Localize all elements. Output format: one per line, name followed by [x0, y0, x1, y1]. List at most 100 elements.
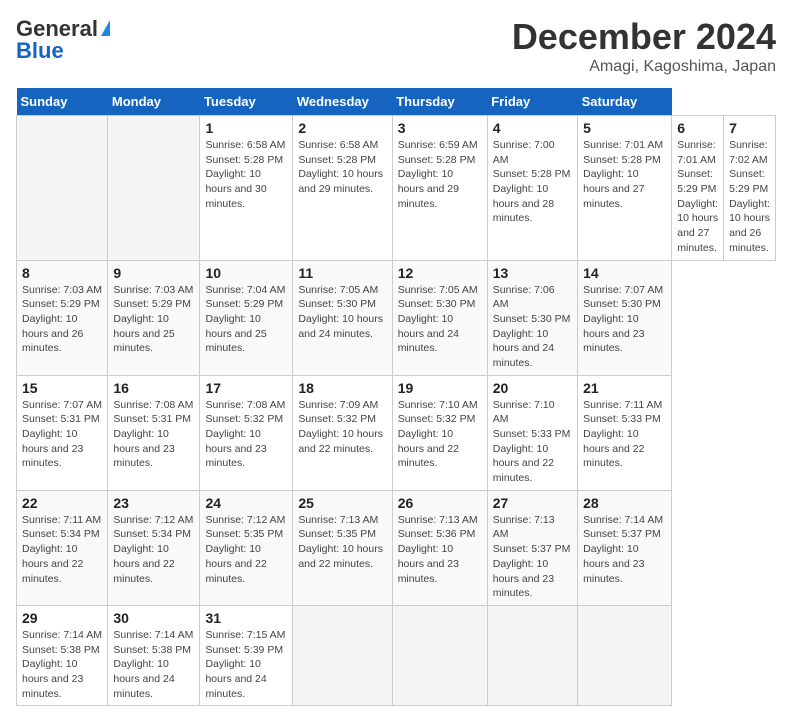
- day-info: Sunrise: 7:05 AMSunset: 5:30 PMDaylight:…: [398, 283, 482, 356]
- day-number: 10: [205, 265, 287, 281]
- calendar-cell: [392, 605, 487, 705]
- calendar-cell: 10 Sunrise: 7:04 AMSunset: 5:29 PMDayligh…: [200, 260, 293, 375]
- calendar-cell: 24Sunrise: 7:12 AMSunset: 5:35 PMDayligh…: [200, 490, 293, 605]
- calendar-week-1: 1 Sunrise: 6:58 AMSunset: 5:28 PMDaylight…: [17, 116, 776, 261]
- day-info: Sunrise: 6:58 AMSunset: 5:28 PMDaylight:…: [298, 138, 386, 197]
- calendar-cell: 29Sunrise: 7:14 AMSunset: 5:38 PMDayligh…: [17, 605, 108, 705]
- day-number: 25: [298, 495, 386, 511]
- day-info: Sunrise: 7:06 AMSunset: 5:30 PMDaylight:…: [493, 283, 572, 371]
- day-info: Sunrise: 7:12 AMSunset: 5:35 PMDaylight:…: [205, 513, 287, 586]
- day-info: Sunrise: 7:14 AMSunset: 5:37 PMDaylight:…: [583, 513, 666, 586]
- day-number: 6: [677, 120, 718, 136]
- day-info: Sunrise: 7:01 AMSunset: 5:28 PMDaylight:…: [583, 138, 666, 211]
- weekday-header-sunday: Sunday: [17, 88, 108, 116]
- calendar-cell: [578, 605, 672, 705]
- calendar-week-3: 15 Sunrise: 7:07 AMSunset: 5:31 PMDayligh…: [17, 375, 776, 490]
- day-number: 30: [113, 610, 194, 626]
- calendar-week-5: 29Sunrise: 7:14 AMSunset: 5:38 PMDayligh…: [17, 605, 776, 705]
- day-info: Sunrise: 7:11 AMSunset: 5:34 PMDaylight:…: [22, 513, 102, 586]
- calendar-cell: 22Sunrise: 7:11 AMSunset: 5:34 PMDayligh…: [17, 490, 108, 605]
- calendar-cell: [293, 605, 392, 705]
- calendar-cell: 16 Sunrise: 7:08 AMSunset: 5:31 PMDayligh…: [108, 375, 200, 490]
- day-number: 2: [298, 120, 386, 136]
- title-area: December 2024 Amagi, Kagoshima, Japan: [512, 16, 776, 76]
- day-number: 26: [398, 495, 482, 511]
- calendar-cell: 2 Sunrise: 6:58 AMSunset: 5:28 PMDaylight…: [293, 116, 392, 261]
- calendar-cell: 14 Sunrise: 7:07 AMSunset: 5:30 PMDayligh…: [578, 260, 672, 375]
- day-number: 5: [583, 120, 666, 136]
- day-info: Sunrise: 7:15 AMSunset: 5:39 PMDaylight:…: [205, 628, 287, 701]
- day-number: 21: [583, 380, 666, 396]
- weekday-header-thursday: Thursday: [392, 88, 487, 116]
- calendar-cell: 4 Sunrise: 7:00 AMSunset: 5:28 PMDaylight…: [487, 116, 577, 261]
- calendar-week-2: 8Sunrise: 7:03 AMSunset: 5:29 PMDaylight…: [17, 260, 776, 375]
- day-number: 4: [493, 120, 572, 136]
- day-number: 13: [493, 265, 572, 281]
- day-info: Sunrise: 7:04 AMSunset: 5:29 PMDaylight:…: [205, 283, 287, 356]
- day-number: 31: [205, 610, 287, 626]
- day-info: Sunrise: 7:08 AMSunset: 5:32 PMDaylight:…: [205, 398, 287, 471]
- day-number: 3: [398, 120, 482, 136]
- day-info: Sunrise: 7:13 AMSunset: 5:35 PMDaylight:…: [298, 513, 386, 572]
- weekday-header-tuesday: Tuesday: [200, 88, 293, 116]
- day-info: Sunrise: 7:08 AMSunset: 5:31 PMDaylight:…: [113, 398, 194, 471]
- day-info: Sunrise: 7:12 AMSunset: 5:34 PMDaylight:…: [113, 513, 194, 586]
- day-info: Sunrise: 7:07 AMSunset: 5:30 PMDaylight:…: [583, 283, 666, 356]
- day-info: Sunrise: 7:09 AMSunset: 5:32 PMDaylight:…: [298, 398, 386, 457]
- day-info: Sunrise: 7:11 AMSunset: 5:33 PMDaylight:…: [583, 398, 666, 471]
- day-number: 17: [205, 380, 287, 396]
- day-number: 7: [729, 120, 770, 136]
- day-number: 1: [205, 120, 287, 136]
- calendar-cell: 12Sunrise: 7:05 AMSunset: 5:30 PMDayligh…: [392, 260, 487, 375]
- day-info: Sunrise: 7:05 AMSunset: 5:30 PMDaylight:…: [298, 283, 386, 342]
- logo-blue: Blue: [16, 38, 64, 64]
- day-info: Sunrise: 7:00 AMSunset: 5:28 PMDaylight:…: [493, 138, 572, 226]
- calendar-cell: 25 Sunrise: 7:13 AMSunset: 5:35 PMDayligh…: [293, 490, 392, 605]
- calendar-cell: 9Sunrise: 7:03 AMSunset: 5:29 PMDaylight…: [108, 260, 200, 375]
- calendar-cell: 20Sunrise: 7:10 AMSunset: 5:33 PMDayligh…: [487, 375, 577, 490]
- day-number: 16: [113, 380, 194, 396]
- calendar-cell: 26 Sunrise: 7:13 AMSunset: 5:36 PMDayligh…: [392, 490, 487, 605]
- day-info: Sunrise: 7:02 AMSunset: 5:29 PMDaylight:…: [729, 138, 770, 256]
- calendar-cell: 18 Sunrise: 7:09 AMSunset: 5:32 PMDayligh…: [293, 375, 392, 490]
- day-number: 14: [583, 265, 666, 281]
- day-number: 11: [298, 265, 386, 281]
- calendar-cell: 17 Sunrise: 7:08 AMSunset: 5:32 PMDayligh…: [200, 375, 293, 490]
- calendar-cell: 3 Sunrise: 6:59 AMSunset: 5:28 PMDaylight…: [392, 116, 487, 261]
- calendar-cell: [108, 116, 200, 261]
- calendar-cell: 7 Sunrise: 7:02 AMSunset: 5:29 PMDaylight…: [724, 116, 776, 261]
- day-info: Sunrise: 7:14 AMSunset: 5:38 PMDaylight:…: [113, 628, 194, 701]
- day-info: Sunrise: 7:10 AMSunset: 5:32 PMDaylight:…: [398, 398, 482, 471]
- calendar-cell: 15 Sunrise: 7:07 AMSunset: 5:31 PMDayligh…: [17, 375, 108, 490]
- logo-triangle-icon: [101, 20, 110, 36]
- day-info: Sunrise: 7:13 AMSunset: 5:37 PMDaylight:…: [493, 513, 572, 601]
- day-number: 19: [398, 380, 482, 396]
- calendar-cell: [17, 116, 108, 261]
- day-info: Sunrise: 7:10 AMSunset: 5:33 PMDaylight:…: [493, 398, 572, 486]
- day-number: 28: [583, 495, 666, 511]
- calendar-cell: 6 Sunrise: 7:01 AMSunset: 5:29 PMDaylight…: [672, 116, 724, 261]
- weekday-header-row: SundayMondayTuesdayWednesdayThursdayFrid…: [17, 88, 776, 116]
- weekday-header-saturday: Saturday: [578, 88, 672, 116]
- calendar-cell: 31 Sunrise: 7:15 AMSunset: 5:39 PMDayligh…: [200, 605, 293, 705]
- day-number: 15: [22, 380, 102, 396]
- calendar-cell: [487, 605, 577, 705]
- day-info: Sunrise: 7:01 AMSunset: 5:29 PMDaylight:…: [677, 138, 718, 256]
- logo: General Blue: [16, 16, 110, 64]
- calendar-cell: 8Sunrise: 7:03 AMSunset: 5:29 PMDaylight…: [17, 260, 108, 375]
- weekday-header-wednesday: Wednesday: [293, 88, 392, 116]
- day-info: Sunrise: 6:59 AMSunset: 5:28 PMDaylight:…: [398, 138, 482, 211]
- calendar-cell: 13 Sunrise: 7:06 AMSunset: 5:30 PMDayligh…: [487, 260, 577, 375]
- day-info: Sunrise: 7:13 AMSunset: 5:36 PMDaylight:…: [398, 513, 482, 586]
- calendar-table: SundayMondayTuesdayWednesdayThursdayFrid…: [16, 88, 776, 706]
- day-info: Sunrise: 7:03 AMSunset: 5:29 PMDaylight:…: [113, 283, 194, 356]
- page-header: General Blue December 2024 Amagi, Kagosh…: [16, 16, 776, 76]
- calendar-cell: 27 Sunrise: 7:13 AMSunset: 5:37 PMDayligh…: [487, 490, 577, 605]
- weekday-header-monday: Monday: [108, 88, 200, 116]
- day-number: 18: [298, 380, 386, 396]
- calendar-cell: 1Sunrise: 6:58 AMSunset: 5:28 PMDaylight…: [200, 116, 293, 261]
- calendar-week-4: 22Sunrise: 7:11 AMSunset: 5:34 PMDayligh…: [17, 490, 776, 605]
- day-number: 27: [493, 495, 572, 511]
- location-title: Amagi, Kagoshima, Japan: [512, 58, 776, 76]
- day-info: Sunrise: 7:07 AMSunset: 5:31 PMDaylight:…: [22, 398, 102, 471]
